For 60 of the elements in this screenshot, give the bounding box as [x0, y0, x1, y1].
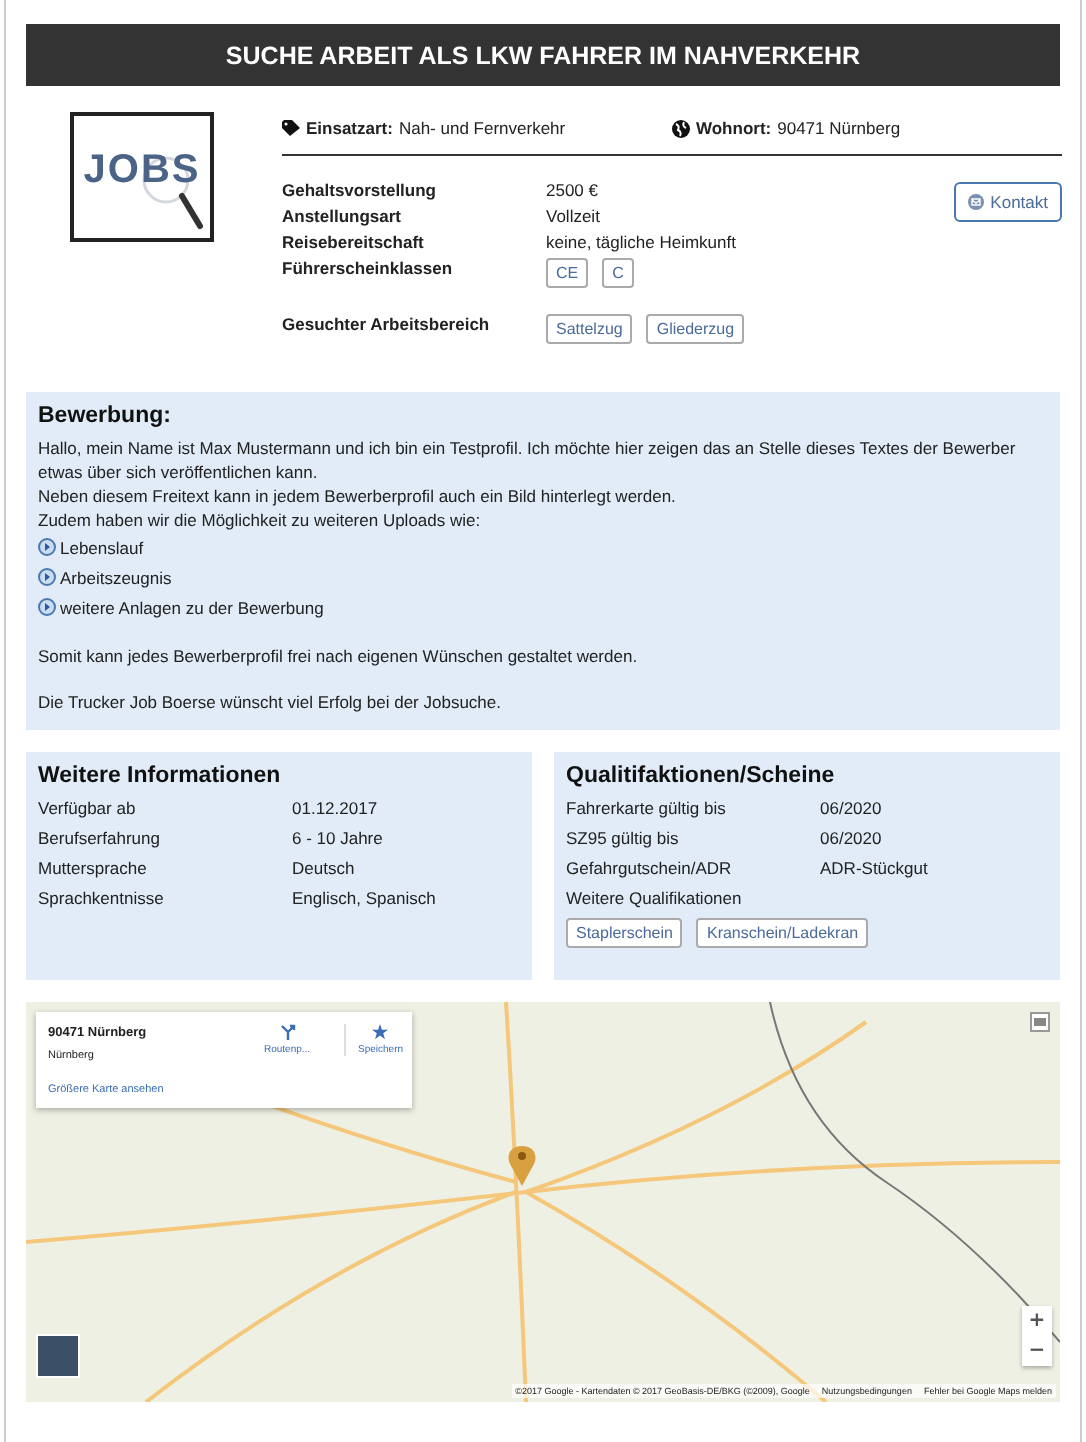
- info-value: 6 - 10 Jahre: [292, 826, 385, 850]
- upload-item: weitere Anlagen zu der Bewerbung: [60, 597, 324, 617]
- tag-chip: C: [602, 258, 634, 288]
- detail-label: Gesuchter Arbeitsbereich: [282, 314, 492, 334]
- upload-item: Lebenslauf: [60, 537, 144, 557]
- detail-label: Anstellungsart: [282, 206, 404, 226]
- section-title: Weitere Informationen: [38, 764, 283, 788]
- paragraph: Hallo, mein Name ist Max Mustermann und ich bin ein Testprofil. Ich möchte hier zeigen das an Stelle dieses Textes der Bewerber etwas über sich veröffentlichen kann.: [38, 436, 1018, 484]
- info-label: Sprachkentnisse: [38, 886, 166, 910]
- info-value: 06/2020: [820, 796, 884, 820]
- detail-value: Vollzeit: [546, 206, 602, 226]
- info-label: Weitere Qualifikationen: [566, 886, 744, 910]
- paragraph: Die Trucker Job Boerse wünscht viel Erfolg bei der Jobsuche.: [38, 690, 504, 714]
- detail-value: 2500 €: [546, 180, 600, 200]
- detail-value: keine, tägliche Heimkunft: [546, 232, 738, 252]
- summary-label: Einsatzart:: [306, 118, 393, 138]
- star-icon: [372, 1024, 389, 1040]
- paragraph: Neben diesem Freitext kann in jedem Bewerberprofil auch ein Bild hinterlegt werden.: [38, 484, 678, 508]
- info-label: Fahrerkarte gültig bis: [566, 796, 728, 820]
- tag-chip: Gliederzug: [646, 314, 745, 344]
- info-value: ADR-Stückgut: [820, 856, 930, 880]
- zoom-out-button[interactable]: −: [1022, 1336, 1052, 1366]
- info-value: 06/2020: [820, 826, 884, 850]
- jobs-logo: JOBS: [70, 112, 214, 242]
- tag-chip: Kranschein/Ladekran: [696, 918, 869, 948]
- section-title: Bewerbung:: [38, 404, 173, 428]
- zoom-in-button[interactable]: +: [1022, 1306, 1052, 1336]
- directions-icon: [279, 1024, 296, 1040]
- info-label: SZ95 gültig bis: [566, 826, 681, 850]
- detail-label: Gehaltsvorstellung: [282, 180, 438, 200]
- info-value: 01.12.2017: [292, 796, 380, 820]
- detail-label: Reisebereitschaft: [282, 232, 426, 252]
- paragraph: Somit kann jedes Bewerberprofil frei nach eigenen Wünschen gestaltet werden.: [38, 644, 640, 668]
- map-pin-icon: [508, 1146, 536, 1186]
- arrow-circle-icon: [38, 538, 56, 556]
- info-label: Muttersprache: [38, 856, 149, 880]
- page-title: SUCHE ARBEIT ALS LKW FAHRER IM NAHVERKEHR: [225, 41, 861, 69]
- info-label: Verfügbar ab: [38, 796, 138, 820]
- summary-value: Nah- und Fernverkehr: [398, 118, 566, 138]
- section-title: Qualitifaktionen/Scheine: [566, 764, 837, 788]
- detail-label: Führerscheinklassen: [282, 258, 455, 278]
- summary-label: Wohnort:: [696, 118, 772, 138]
- tag-chip: CE: [546, 258, 589, 288]
- globe-icon: [672, 119, 690, 137]
- tag-chip: Staplerschein: [566, 918, 683, 948]
- info-label: Gefahrgutschein/ADR: [566, 856, 734, 880]
- info-label: Berufserfahrung: [38, 826, 162, 850]
- arrow-circle-icon: [38, 568, 56, 586]
- mail-icon: [968, 194, 985, 210]
- upload-item: Arbeitszeugnis: [60, 567, 172, 587]
- arrow-circle-icon: [38, 598, 56, 616]
- summary-value: 90471 Nürnberg: [777, 118, 901, 138]
- contact-button[interactable]: Kontakt: [954, 182, 1062, 222]
- fullscreen-icon[interactable]: [1030, 1012, 1050, 1032]
- info-value: Englisch, Spanisch: [292, 886, 438, 910]
- satellite-thumbnail[interactable]: [36, 1334, 80, 1378]
- paragraph: Zudem haben wir die Möglichkeit zu weiteren Uploads wie:: [38, 508, 483, 532]
- tag-icon: [282, 120, 300, 136]
- tag-chip: Sattelzug: [546, 314, 633, 344]
- info-value: Deutsch: [292, 856, 357, 880]
